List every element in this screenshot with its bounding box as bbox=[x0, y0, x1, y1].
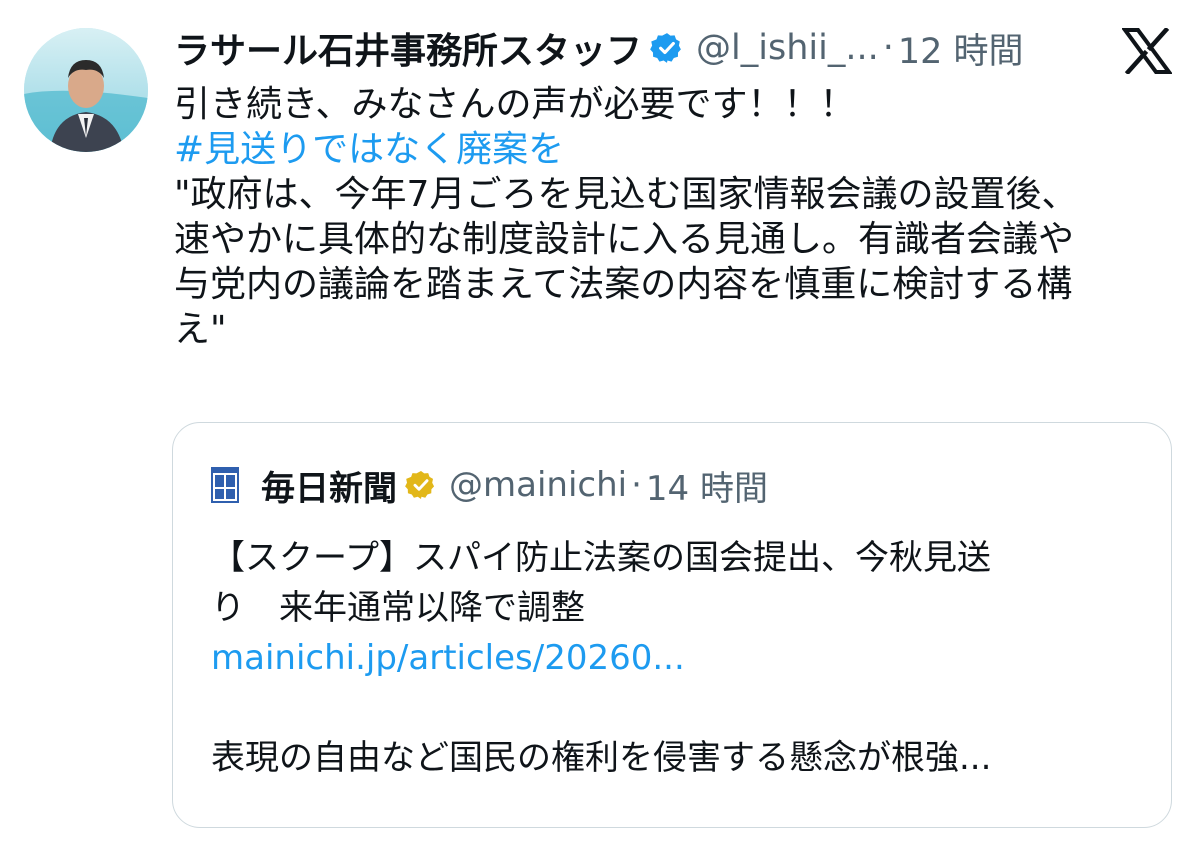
verified-badge-icon[interactable] bbox=[650, 31, 684, 65]
separator-dot: · bbox=[631, 465, 642, 505]
user-handle[interactable]: @l_ishii_... bbox=[696, 28, 879, 68]
quoted-user-handle[interactable]: @mainichi bbox=[449, 465, 627, 505]
quoted-timestamp[interactable]: 14 時間 bbox=[646, 461, 768, 510]
tweet-line: "政府は、今年7月ごろを見込む国家情報会議の設置後、 bbox=[174, 174, 1078, 215]
quoted-tweet-text: 【スクープ】スパイ防止法案の国会提出、今秋見送 り 来年通常以降で調整 main… bbox=[211, 533, 1131, 783]
timestamp[interactable]: 12 時間 bbox=[898, 23, 1024, 74]
tweet-line: え" bbox=[174, 309, 227, 350]
article-link[interactable]: mainichi.jp/articles/20260... bbox=[211, 633, 1131, 683]
tweet-line: 与党内の議論を踏まえて法案の内容を慎重に検討する構 bbox=[174, 264, 1073, 305]
tweet-header: ラサール石井事務所スタッフ @l_ishii_... · 12 時間 bbox=[174, 24, 1024, 72]
display-name[interactable]: ラサール石井事務所スタッフ bbox=[174, 22, 642, 74]
user-avatar[interactable] bbox=[24, 28, 148, 152]
quoted-line: り 来年通常以降で調整 bbox=[211, 588, 585, 628]
quoted-tweet-card[interactable]: 毎日新聞 @mainichi · 14 時間 【スクープ】スパイ防止法案の国会提… bbox=[172, 422, 1172, 828]
quoted-display-name[interactable]: 毎日新聞 bbox=[261, 461, 397, 510]
tweet-line: 引き続き、みなさんの声が必要です！！！ bbox=[174, 84, 856, 125]
tweet-line: 速やかに具体的な制度設計に入る見通し。有識者会議や bbox=[174, 219, 1075, 260]
separator-dot: · bbox=[882, 28, 894, 68]
quoted-line: 表現の自由など国民の権利を侵害する懸念が根強... bbox=[211, 738, 992, 778]
quoted-tweet-header: 毎日新聞 @mainichi · 14 時間 bbox=[211, 461, 768, 510]
tweet-text: 引き続き、みなさんの声が必要です！！！ #見送りではなく廃案を "政府は、今年7… bbox=[174, 82, 1164, 352]
gold-verified-badge-icon[interactable] bbox=[405, 469, 437, 501]
x-logo-icon[interactable] bbox=[1121, 26, 1173, 76]
quoted-line: 【スクープ】スパイ防止法案の国会提出、今秋見送 bbox=[211, 538, 991, 578]
hashtag-link[interactable]: #見送りではなく廃案を bbox=[174, 127, 1164, 172]
mainichi-logo-icon bbox=[211, 467, 239, 503]
